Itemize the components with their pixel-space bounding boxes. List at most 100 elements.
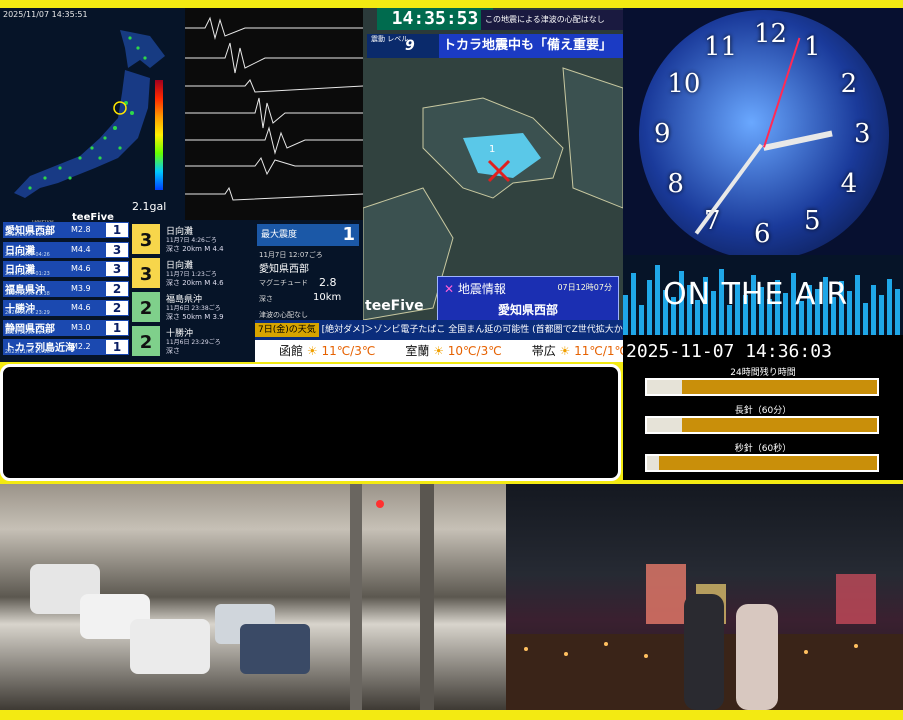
- quake-list-item: 静岡県西部 2025/11/06 22:05 M3.0 1: [3, 319, 129, 337]
- news-headline: トカラ地震中も「備え重要」: [439, 34, 623, 58]
- city-name: 函館: [279, 344, 304, 358]
- visualizer-bar: [647, 280, 652, 335]
- seismograph-waveforms: [185, 16, 363, 201]
- datetime-readout: 2025-11-07 14:36:03: [626, 341, 832, 362]
- visualizer-bar: [655, 265, 660, 335]
- seismic-intensity-map: 2025/11/07 14:35:51 2.1gal teeFive: [0, 8, 185, 220]
- eq-clock: 14:35:53: [377, 8, 493, 30]
- quake-shindo: 2: [106, 301, 128, 315]
- on-air-banner: ON THE AIR: [623, 255, 903, 335]
- max-intensity-label: 最大震度: [261, 230, 298, 240]
- clock-numeral: 6: [754, 219, 771, 249]
- quake-shindo: 2: [106, 281, 128, 296]
- quake-date: 2025/11/07 12:07: [5, 232, 50, 238]
- weather-ticker: 7日(金)の天気 [絶対ダメ]＞ゾンビ電子たばこ 全国まん延の可能性 (首都圏で…: [255, 320, 623, 362]
- progress-label-second: 秒針（60秒）: [734, 444, 792, 454]
- quake-magnitude: M4.4: [71, 244, 91, 254]
- close-x-icon: ✕: [444, 282, 455, 296]
- news-ticker: 7日(金)の天気 [絶対ダメ]＞ゾンビ電子たばこ 全国まん延の可能性 (首都圏で…: [255, 320, 623, 340]
- max-time: 11月7日 12:07ごろ: [259, 251, 323, 259]
- night-city-view: [506, 484, 903, 710]
- progress-label-day: 24時間残り時間: [730, 368, 796, 378]
- visualizer-bar: [863, 303, 868, 335]
- progress-fill: [658, 456, 877, 470]
- depth-label: 深さ: [259, 295, 273, 303]
- quake-list-item: トカラ列島近海 2025/11/06 20:16 M2.2 1: [3, 339, 129, 356]
- progress-fill: [681, 380, 877, 394]
- quake-magnitude: M2.2: [71, 342, 91, 351]
- detail-magnitude: 深さ 50km M 3.9: [166, 313, 224, 321]
- level-label: 震動 レベル: [371, 35, 409, 43]
- detail-time: 11月6日 23:38ごろ: [166, 305, 221, 312]
- quake-shindo: 3: [106, 262, 128, 276]
- progress-fill: [681, 418, 877, 432]
- quake-shindo: 1: [106, 320, 128, 335]
- clock-numeral: 1: [804, 32, 821, 63]
- quake-date: 2025/11/06 22:05: [5, 329, 50, 336]
- weather-date-tag: 7日(金)の天気: [255, 323, 319, 337]
- city-weather-row: 函館 ☀ 11℃/3℃ 室蘭 ☀ 10℃/3℃ 帯広 ☀ 11℃/1℃: [255, 340, 623, 362]
- clock-numeral: 4: [840, 169, 858, 199]
- level-value: 9: [405, 38, 415, 54]
- quake-detail-item: 2 福島県沖 11月6日 23:38ごろ 深さ 50km M 3.9: [132, 290, 252, 323]
- earthquake-info-card: ✕ 地震情報 07日12時07分 愛知県西部: [437, 276, 619, 320]
- quake-magnitude: M3.9: [71, 283, 91, 293]
- progress-bar-minute: [645, 416, 879, 434]
- traffic-camera-view: [0, 484, 506, 710]
- on-air-text: ON THE AIR: [663, 277, 849, 312]
- quake-date: 2025/11/06 23:29: [5, 310, 50, 316]
- visualizer-bar: [623, 295, 628, 335]
- card-title: 地震情報: [457, 282, 506, 296]
- city-temp: 10℃/3℃: [447, 344, 502, 358]
- mag-value: 2.8: [319, 276, 337, 289]
- quake-date: 2025/11/07 01:23: [5, 271, 50, 277]
- progress-label-minute: 長針（60分）: [734, 406, 792, 416]
- card-time: 07日12時07分: [557, 283, 612, 292]
- brand-logo: teeFive: [72, 212, 114, 220]
- quake-date: 2025/11/07 04:26: [5, 251, 50, 258]
- quake-magnitude: M2.8: [71, 225, 91, 234]
- visualizer-bar: [639, 305, 644, 335]
- depth-value: 10km: [313, 292, 342, 303]
- camera-scene: [30, 484, 434, 710]
- quake-list-item: 日向灘 2025/11/07 01:23 M4.6 3: [3, 261, 129, 278]
- detail-time: 11月7日 1:23ごろ: [166, 271, 217, 278]
- clock-numeral: 10: [667, 69, 701, 99]
- sun-cloud-icon: ☀: [306, 344, 318, 358]
- visualizer-bar: [871, 285, 876, 335]
- progress-bar-second: [645, 454, 879, 472]
- max-intensity-panel: 最大震度 1 11月7日 12:07ごろ 愛知県西部 マグニチュード 2.8 深さ…: [255, 220, 363, 320]
- quake-list-item: 十勝沖 2025/11/06 23:29 M4.6 2: [3, 300, 129, 317]
- city-temp: 11℃/3℃: [321, 344, 376, 358]
- clock-numeral: 2: [840, 69, 858, 99]
- detail-magnitude: 深さ 20km M 4.4: [166, 245, 224, 253]
- clock-numeral: 8: [667, 169, 684, 199]
- city-name: 室蘭: [405, 344, 430, 358]
- visualizer-bar: [879, 295, 884, 335]
- blank-overlay-box: [0, 364, 621, 481]
- quake-detail-item: 2 十勝沖 11月6日 23:29ごろ 深さ: [132, 324, 252, 357]
- quake-magnitude: M4.6: [71, 303, 91, 312]
- shindo-badge: 2: [132, 292, 160, 322]
- visualizer-bar: [855, 275, 860, 335]
- shindo-badge: 3: [132, 258, 160, 288]
- sun-cloud-icon: ☀: [433, 344, 444, 358]
- clock-numeral: 5: [804, 205, 821, 236]
- clock-numeral: 3: [854, 119, 871, 149]
- max-intensity-header: 最大震度 1: [257, 224, 359, 246]
- progress-bar-day: [645, 378, 879, 396]
- visualizer-bar: [631, 273, 636, 335]
- quake-detail-item: 3 日向灘 11月7日 4:26ごろ 深さ 20km M 4.4: [132, 222, 252, 255]
- visualizer-bar: [895, 289, 900, 335]
- quake-date: 2025/11/06 23:38: [5, 290, 50, 297]
- quake-shindo: 3: [106, 242, 128, 257]
- detail-time: 11月7日 4:26ごろ: [166, 237, 217, 244]
- time-panel: 2025-11-07 14:36:03 24時間残り時間 長針（60分） 秒針（…: [623, 335, 903, 480]
- quake-detail-list: 3 日向灘 11月7日 4:26ごろ 深さ 20km M 4.4 3 日向灘 11月7日 1…: [130, 220, 255, 362]
- detail-magnitude: 深さ: [166, 347, 180, 355]
- city-name: 帯広: [531, 344, 556, 358]
- quake-magnitude: M4.6: [71, 264, 91, 273]
- max-location: 愛知県西部: [259, 264, 309, 275]
- shindo-badge: 2: [132, 326, 160, 356]
- city-weather: 帯広 ☀ 11℃/1℃: [532, 344, 623, 358]
